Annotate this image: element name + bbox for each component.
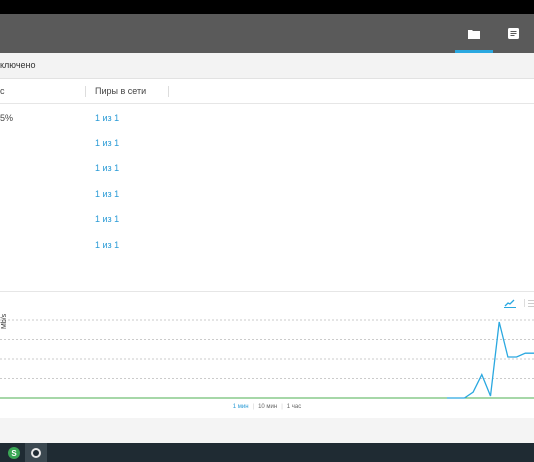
list-view-icon[interactable] <box>528 299 534 307</box>
status-text: ключено <box>0 60 36 70</box>
column-header-peers[interactable]: Пиры в сети <box>95 79 146 103</box>
folder-tab-button[interactable] <box>455 14 493 53</box>
column-header-progress[interactable]: с <box>0 79 5 103</box>
row-peers: 1 из 1 <box>95 240 120 250</box>
table-row[interactable]: 1 из 1 <box>0 211 534 227</box>
speed-graph-panel: Mb/s 1 мин | 10 мин | 1 час <box>0 291 534 419</box>
list-icon <box>507 28 519 39</box>
list-tab-button[interactable] <box>494 14 532 53</box>
row-peers: 1 из 1 <box>95 113 120 123</box>
row-peers: 1 из 1 <box>95 163 120 173</box>
taskbar-item-circle-app[interactable] <box>25 443 47 462</box>
s-app-icon: S <box>8 446 20 459</box>
row-progress: 5% <box>0 113 14 123</box>
footer-strip <box>0 418 534 443</box>
chart-series-line <box>447 321 534 399</box>
folder-icon <box>468 29 480 39</box>
speed-chart <box>0 319 534 399</box>
taskbar: S <box>0 443 534 462</box>
table-row[interactable]: 1 из 1 <box>0 237 534 253</box>
table-row[interactable]: 1 из 1 <box>0 186 534 202</box>
range-1min[interactable]: 1 мин <box>229 404 253 410</box>
table-row[interactable]: 5% 1 из 1 <box>0 110 534 126</box>
circle-app-icon <box>31 447 41 458</box>
range-1hour[interactable]: 1 час <box>283 404 305 410</box>
row-peers: 1 из 1 <box>95 214 120 224</box>
row-peers: 1 из 1 <box>95 189 120 199</box>
line-chart-icon[interactable] <box>504 298 516 308</box>
app-header <box>0 14 534 53</box>
toggle-divider <box>524 299 525 307</box>
taskbar-item-s-app[interactable]: S <box>3 443 25 462</box>
time-range-selector: 1 мин | 10 мин | 1 час <box>0 404 534 410</box>
table-row[interactable]: 1 из 1 <box>0 160 534 176</box>
top-black-bar <box>0 0 534 14</box>
status-strip: ключено <box>0 53 534 79</box>
column-divider <box>168 86 169 97</box>
column-divider <box>85 86 86 97</box>
table-header: с Пиры в сети <box>0 79 534 104</box>
y-axis-label: Mb/s <box>1 313 8 329</box>
row-peers: 1 из 1 <box>95 138 120 148</box>
range-10min[interactable]: 10 мин <box>254 404 281 410</box>
table-row[interactable]: 1 из 1 <box>0 135 534 151</box>
svg-text:S: S <box>11 449 17 458</box>
